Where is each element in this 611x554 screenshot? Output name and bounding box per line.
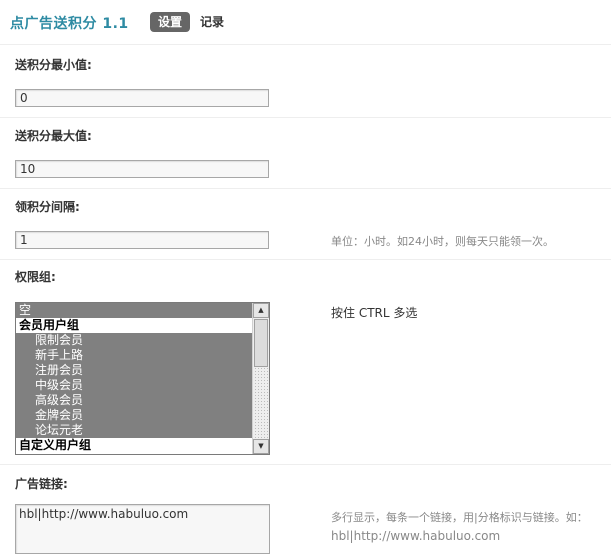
group-header: 自定义用户组	[16, 438, 253, 453]
interval-input[interactable]	[15, 231, 269, 249]
groups-multiselect[interactable]: 空 会员用户组 限制会员 新手上路 注册会员 中级会员 高级会员 金牌会员 论坛…	[15, 302, 270, 455]
listbox-scrollbar[interactable]: ▲ ▼	[252, 303, 269, 454]
ad-link-label: 广告链接:	[15, 477, 68, 491]
min-points-input[interactable]	[15, 89, 269, 107]
max-points-input[interactable]	[15, 160, 269, 178]
group-option[interactable]: 空	[16, 303, 253, 318]
group-option[interactable]: 新手上路	[16, 348, 253, 363]
scroll-track[interactable]	[254, 367, 268, 438]
ad-link-textarea[interactable]: hbl|http://www.habuluo.com	[15, 504, 270, 554]
groups-options: 空 会员用户组 限制会员 新手上路 注册会员 中级会员 高级会员 金牌会员 论坛…	[16, 303, 253, 453]
scroll-down-icon[interactable]: ▼	[253, 439, 269, 454]
tab-records[interactable]: 记录	[200, 12, 224, 32]
app-title: 点广告送积分 1.1	[10, 16, 129, 32]
groups-hint: 按住 CTRL 多选	[331, 306, 418, 320]
divider	[0, 44, 611, 45]
max-points-label: 送积分最大值:	[15, 129, 92, 143]
interval-hint: 单位：小时。如24小时，则每天只能领一次。	[331, 235, 554, 248]
group-option[interactable]: 注册会员	[16, 363, 253, 378]
group-option[interactable]: 限制会员	[16, 333, 253, 348]
ad-link-hint: 多行显示，每条一个链接，用|分格标识与链接。如：	[331, 511, 588, 524]
tab-settings[interactable]: 设置	[150, 12, 190, 32]
interval-label: 领积分间隔:	[15, 200, 80, 214]
divider	[0, 259, 611, 260]
divider	[0, 117, 611, 118]
group-option[interactable]: 金牌会员	[16, 408, 253, 423]
divider	[0, 188, 611, 189]
min-points-label: 送积分最小值:	[15, 58, 92, 72]
scroll-up-icon[interactable]: ▲	[253, 303, 269, 318]
header-bar: 点广告送积分 1.1 设置 记录	[0, 0, 611, 44]
divider	[0, 464, 611, 465]
scroll-thumb[interactable]	[254, 319, 268, 367]
ad-link-example: hbl|http://www.habuluo.com	[331, 529, 501, 543]
group-option[interactable]: 中级会员	[16, 378, 253, 393]
group-header: 会员用户组	[16, 318, 253, 333]
group-option[interactable]: 论坛元老	[16, 423, 253, 438]
groups-label: 权限组:	[15, 270, 56, 284]
group-option[interactable]: 高级会员	[16, 393, 253, 408]
